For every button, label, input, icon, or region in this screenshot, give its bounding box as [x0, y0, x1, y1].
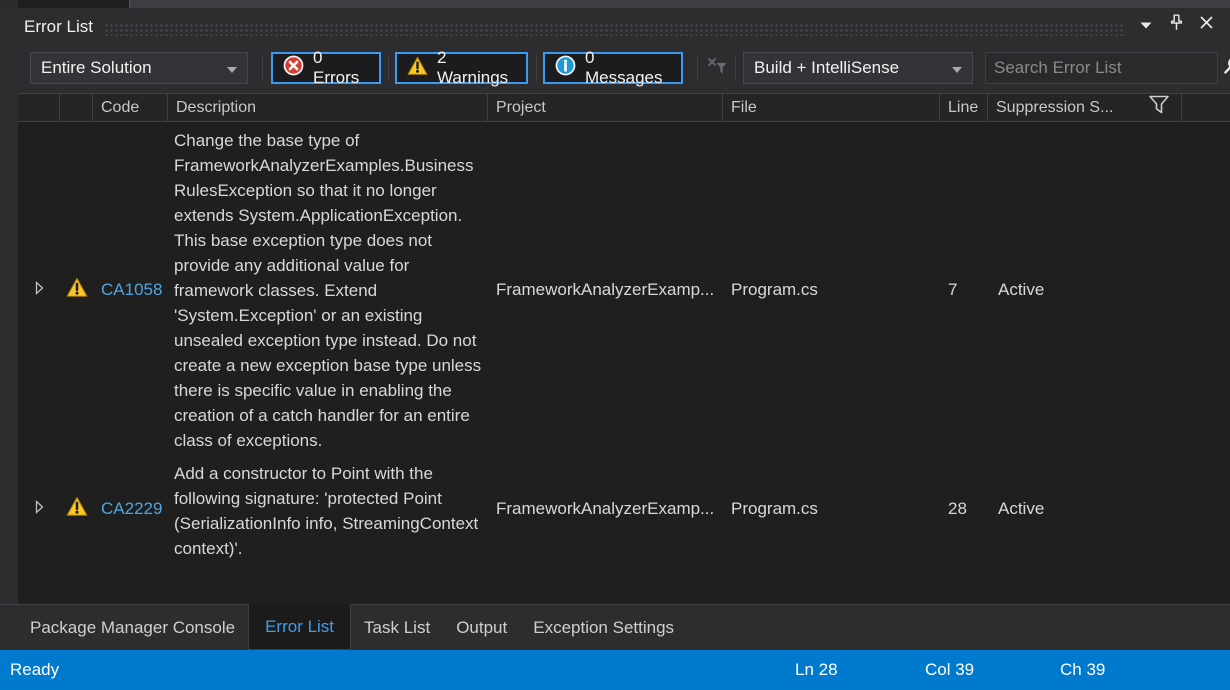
- scope-dropdown[interactable]: Entire Solution: [30, 52, 248, 84]
- panel-left-margin: [0, 93, 18, 604]
- suppression-cell: Active: [988, 456, 1182, 561]
- table-header: Code Description Project File Line Suppr…: [18, 93, 1230, 122]
- status-line[interactable]: Ln 28: [795, 660, 838, 680]
- suppression-cell: Active: [988, 123, 1182, 456]
- warnings-toggle-label: 2 Warnings: [437, 48, 516, 88]
- top-left-corner: [0, 0, 18, 8]
- row-expander[interactable]: [18, 123, 60, 456]
- error-list-table: CA1058 Change the base type of Framework…: [18, 123, 1230, 604]
- header-expander-column[interactable]: [18, 94, 60, 121]
- window-buttons: [1134, 13, 1218, 37]
- document-edge: [18, 0, 130, 8]
- tab-package-manager-console[interactable]: Package Manager Console: [17, 605, 248, 650]
- status-ready: Ready: [10, 660, 59, 680]
- toolbar-separator: [262, 55, 263, 81]
- header-code[interactable]: Code: [93, 94, 168, 121]
- code-cell[interactable]: CA1058: [93, 123, 168, 456]
- source-dropdown-value: Build + IntelliSense: [754, 58, 899, 78]
- info-icon: [555, 55, 576, 81]
- dropdown-caret-icon: [952, 58, 962, 78]
- row-expander[interactable]: [18, 456, 60, 561]
- header-description[interactable]: Description: [168, 94, 488, 121]
- table-row[interactable]: CA2229 Add a constructor to Point with t…: [18, 456, 1230, 561]
- header-suppression-label: Suppression S...: [996, 99, 1113, 117]
- status-bar: Ready Ln 28 Col 39 Ch 39: [0, 650, 1230, 690]
- search-icon[interactable]: [1221, 55, 1230, 82]
- header-filler: [1182, 94, 1230, 121]
- toolbar-separator: [735, 55, 736, 81]
- row-filler: [1182, 123, 1230, 456]
- warning-icon: [66, 277, 88, 303]
- file-cell: Program.cs: [723, 456, 940, 561]
- row-filler: [1182, 456, 1230, 561]
- pin-icon: [1169, 14, 1184, 36]
- tab-exception-settings[interactable]: Exception Settings: [520, 605, 687, 650]
- search-box: [985, 52, 1218, 84]
- row-expander-icon: [35, 280, 44, 300]
- scope-dropdown-value: Entire Solution: [41, 58, 152, 78]
- toolbar-separator: [536, 55, 537, 81]
- tool-window-tabbar: Package Manager Console Error List Task …: [0, 604, 1230, 650]
- pin-button[interactable]: [1164, 13, 1188, 37]
- table-row[interactable]: CA1058 Change the base type of Framework…: [18, 123, 1230, 456]
- source-dropdown[interactable]: Build + IntelliSense: [743, 52, 973, 84]
- file-cell: Program.cs: [723, 123, 940, 456]
- panel-title: Error List: [24, 17, 93, 37]
- titlebar-drag-grip[interactable]: [104, 23, 1126, 36]
- clear-filters-button[interactable]: [703, 52, 731, 84]
- top-edge-strip: [0, 0, 1230, 8]
- header-suppression[interactable]: Suppression S...: [988, 94, 1182, 121]
- severity-cell: [60, 123, 93, 456]
- code-cell[interactable]: CA2229: [93, 456, 168, 561]
- panel-chrome: Error List: [0, 8, 1230, 93]
- header-line[interactable]: Line: [940, 94, 988, 121]
- severity-cell: [60, 456, 93, 561]
- header-project[interactable]: Project: [488, 94, 723, 121]
- tab-output[interactable]: Output: [443, 605, 520, 650]
- clear-filter-icon: [705, 55, 729, 82]
- warning-icon: [66, 496, 88, 522]
- window-position-button[interactable]: [1134, 13, 1158, 37]
- close-icon: [1200, 16, 1213, 34]
- status-column[interactable]: Col 39: [925, 660, 974, 680]
- warning-icon: [407, 56, 428, 81]
- dropdown-caret-icon: [227, 58, 237, 78]
- messages-toggle-label: 0 Messages: [585, 48, 671, 88]
- close-button[interactable]: [1194, 13, 1218, 37]
- line-cell: 7: [940, 123, 988, 456]
- project-cell: FrameworkAnalyzerExamp...: [488, 123, 723, 456]
- chevron-down-icon: [1140, 16, 1152, 34]
- warnings-toggle-button[interactable]: 2 Warnings: [395, 52, 528, 84]
- tab-task-list[interactable]: Task List: [351, 605, 443, 650]
- description-cell: Change the base type of FrameworkAnalyze…: [168, 123, 488, 456]
- toolbar-separator: [697, 55, 698, 81]
- errors-toggle-button[interactable]: 0 Errors: [271, 52, 381, 84]
- project-cell: FrameworkAnalyzerExamp...: [488, 456, 723, 561]
- header-file[interactable]: File: [723, 94, 940, 121]
- error-icon: [283, 55, 304, 81]
- description-cell: Add a constructor to Point with the foll…: [168, 456, 488, 561]
- messages-toggle-button[interactable]: 0 Messages: [543, 52, 683, 84]
- header-severity-column[interactable]: [60, 94, 93, 121]
- toolbar-separator: [388, 55, 389, 81]
- errors-toggle-label: 0 Errors: [313, 48, 369, 88]
- line-cell: 28: [940, 456, 988, 561]
- filter-funnel-icon[interactable]: [1147, 94, 1171, 121]
- tab-error-list[interactable]: Error List: [248, 604, 351, 650]
- status-character[interactable]: Ch 39: [1060, 660, 1105, 680]
- search-input[interactable]: [994, 58, 1215, 78]
- error-list-panel: Error List: [0, 0, 1230, 690]
- row-expander-icon: [35, 499, 44, 519]
